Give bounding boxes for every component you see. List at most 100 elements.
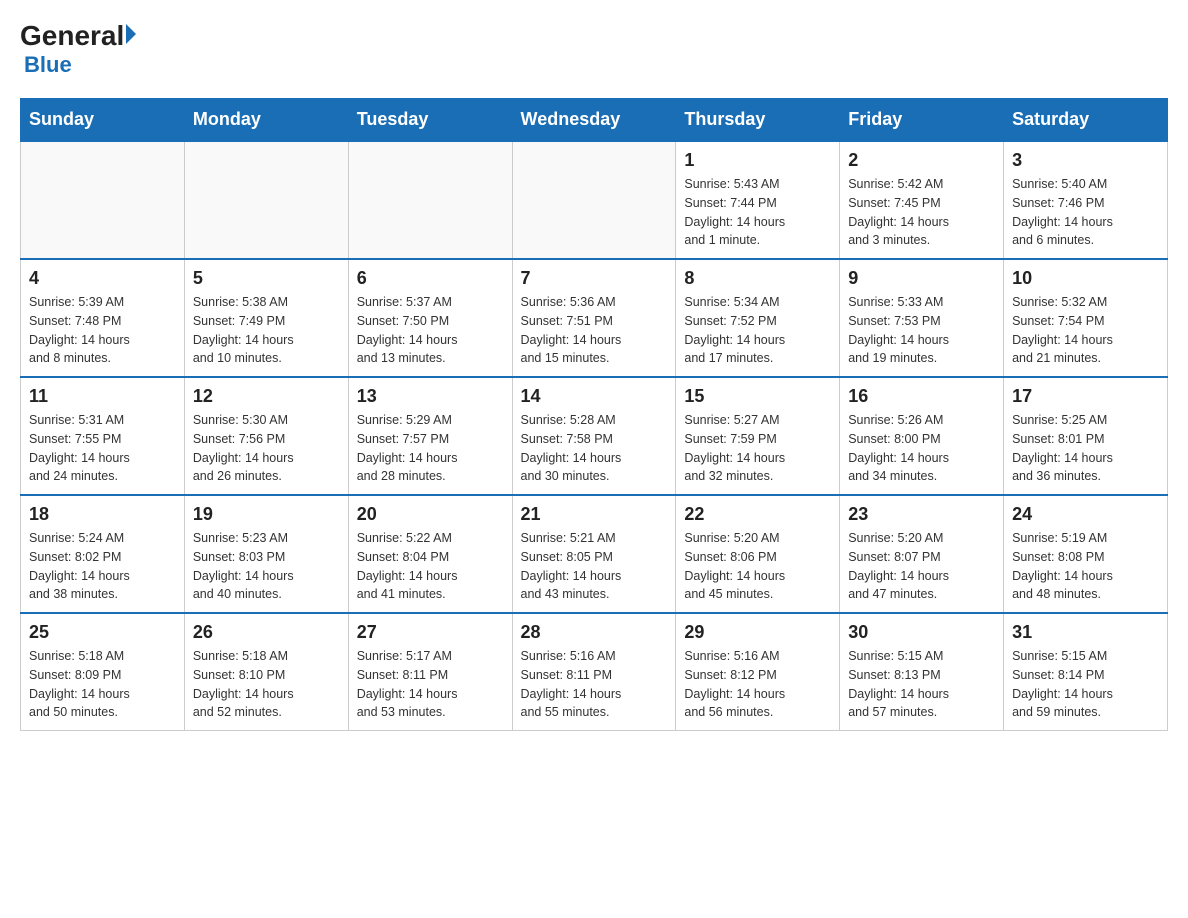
calendar-empty-cell [512,141,676,259]
day-header-thursday: Thursday [676,99,840,142]
day-number: 22 [684,504,831,525]
calendar-empty-cell [21,141,185,259]
day-number: 17 [1012,386,1159,407]
day-info: Sunrise: 5:31 AMSunset: 7:55 PMDaylight:… [29,411,176,486]
day-info: Sunrise: 5:42 AMSunset: 7:45 PMDaylight:… [848,175,995,250]
day-info: Sunrise: 5:36 AMSunset: 7:51 PMDaylight:… [521,293,668,368]
calendar-day-29: 29 Sunrise: 5:16 AMSunset: 8:12 PMDayligh… [676,613,840,731]
day-number: 5 [193,268,340,289]
calendar-day-11: 11 Sunrise: 5:31 AMSunset: 7:55 PMDayligh… [21,377,185,495]
calendar-empty-cell [348,141,512,259]
logo-blue: Blue [24,52,72,78]
day-info: Sunrise: 5:18 AMSunset: 8:09 PMDaylight:… [29,647,176,722]
day-info: Sunrise: 5:16 AMSunset: 8:11 PMDaylight:… [521,647,668,722]
day-info: Sunrise: 5:24 AMSunset: 8:02 PMDaylight:… [29,529,176,604]
calendar-day-6: 6 Sunrise: 5:37 AMSunset: 7:50 PMDaylight… [348,259,512,377]
calendar-day-12: 12 Sunrise: 5:30 AMSunset: 7:56 PMDayligh… [184,377,348,495]
day-info: Sunrise: 5:37 AMSunset: 7:50 PMDaylight:… [357,293,504,368]
day-number: 21 [521,504,668,525]
day-info: Sunrise: 5:34 AMSunset: 7:52 PMDaylight:… [684,293,831,368]
calendar-day-27: 27 Sunrise: 5:17 AMSunset: 8:11 PMDayligh… [348,613,512,731]
day-number: 1 [684,150,831,171]
calendar-day-25: 25Sunrise: 5:18 AMSunset: 8:09 PMDayligh… [21,613,185,731]
calendar-day-21: 21 Sunrise: 5:21 AMSunset: 8:05 PMDayligh… [512,495,676,613]
day-number: 31 [1012,622,1159,643]
calendar-day-23: 23 Sunrise: 5:20 AMSunset: 8:07 PMDayligh… [840,495,1004,613]
day-number: 23 [848,504,995,525]
day-info: Sunrise: 5:28 AMSunset: 7:58 PMDaylight:… [521,411,668,486]
calendar-week-row: 4Sunrise: 5:39 AMSunset: 7:48 PMDaylight… [21,259,1168,377]
day-number: 27 [357,622,504,643]
day-number: 24 [1012,504,1159,525]
day-info: Sunrise: 5:16 AMSunset: 8:12 PMDaylight:… [684,647,831,722]
day-info: Sunrise: 5:26 AMSunset: 8:00 PMDaylight:… [848,411,995,486]
day-number: 12 [193,386,340,407]
day-info: Sunrise: 5:19 AMSunset: 8:08 PMDaylight:… [1012,529,1159,604]
day-number: 29 [684,622,831,643]
calendar-day-17: 17 Sunrise: 5:25 AMSunset: 8:01 PMDayligh… [1004,377,1168,495]
day-info: Sunrise: 5:23 AMSunset: 8:03 PMDaylight:… [193,529,340,604]
day-info: Sunrise: 5:18 AMSunset: 8:10 PMDaylight:… [193,647,340,722]
day-header-wednesday: Wednesday [512,99,676,142]
day-number: 6 [357,268,504,289]
day-info: Sunrise: 5:15 AMSunset: 8:13 PMDaylight:… [848,647,995,722]
calendar-week-row: 11 Sunrise: 5:31 AMSunset: 7:55 PMDayligh… [21,377,1168,495]
day-info: Sunrise: 5:38 AMSunset: 7:49 PMDaylight:… [193,293,340,368]
logo: General Blue [20,20,136,78]
calendar-day-13: 13Sunrise: 5:29 AMSunset: 7:57 PMDayligh… [348,377,512,495]
calendar-day-19: 19 Sunrise: 5:23 AMSunset: 8:03 PMDayligh… [184,495,348,613]
day-info: Sunrise: 5:39 AMSunset: 7:48 PMDaylight:… [29,293,176,368]
calendar-day-15: 15Sunrise: 5:27 AMSunset: 7:59 PMDayligh… [676,377,840,495]
day-number: 18 [29,504,176,525]
day-number: 11 [29,386,176,407]
calendar-day-16: 16 Sunrise: 5:26 AMSunset: 8:00 PMDayligh… [840,377,1004,495]
calendar-day-28: 28 Sunrise: 5:16 AMSunset: 8:11 PMDayligh… [512,613,676,731]
day-info: Sunrise: 5:30 AMSunset: 7:56 PMDaylight:… [193,411,340,486]
calendar-empty-cell [184,141,348,259]
day-number: 7 [521,268,668,289]
day-number: 14 [521,386,668,407]
calendar-day-22: 22 Sunrise: 5:20 AMSunset: 8:06 PMDayligh… [676,495,840,613]
day-info: Sunrise: 5:17 AMSunset: 8:11 PMDaylight:… [357,647,504,722]
day-number: 10 [1012,268,1159,289]
day-info: Sunrise: 5:25 AMSunset: 8:01 PMDaylight:… [1012,411,1159,486]
calendar-day-3: 3Sunrise: 5:40 AMSunset: 7:46 PMDaylight… [1004,141,1168,259]
calendar-day-24: 24 Sunrise: 5:19 AMSunset: 8:08 PMDayligh… [1004,495,1168,613]
day-number: 8 [684,268,831,289]
day-info: Sunrise: 5:21 AMSunset: 8:05 PMDaylight:… [521,529,668,604]
calendar-day-9: 9 Sunrise: 5:33 AMSunset: 7:53 PMDaylight… [840,259,1004,377]
calendar-day-2: 2Sunrise: 5:42 AMSunset: 7:45 PMDaylight… [840,141,1004,259]
calendar-day-7: 7 Sunrise: 5:36 AMSunset: 7:51 PMDaylight… [512,259,676,377]
day-info: Sunrise: 5:22 AMSunset: 8:04 PMDaylight:… [357,529,504,604]
day-number: 19 [193,504,340,525]
day-number: 28 [521,622,668,643]
day-number: 15 [684,386,831,407]
day-info: Sunrise: 5:43 AMSunset: 7:44 PMDaylight:… [684,175,831,250]
day-info: Sunrise: 5:33 AMSunset: 7:53 PMDaylight:… [848,293,995,368]
day-info: Sunrise: 5:15 AMSunset: 8:14 PMDaylight:… [1012,647,1159,722]
calendar-week-row: 25Sunrise: 5:18 AMSunset: 8:09 PMDayligh… [21,613,1168,731]
day-number: 26 [193,622,340,643]
calendar-day-31: 31 Sunrise: 5:15 AMSunset: 8:14 PMDayligh… [1004,613,1168,731]
calendar-day-1: 1 Sunrise: 5:43 AMSunset: 7:44 PMDaylight… [676,141,840,259]
logo-text: General [20,20,136,52]
day-header-friday: Friday [840,99,1004,142]
day-number: 16 [848,386,995,407]
calendar-day-5: 5 Sunrise: 5:38 AMSunset: 7:49 PMDaylight… [184,259,348,377]
calendar-day-10: 10Sunrise: 5:32 AMSunset: 7:54 PMDayligh… [1004,259,1168,377]
calendar-week-row: 1 Sunrise: 5:43 AMSunset: 7:44 PMDaylight… [21,141,1168,259]
day-header-tuesday: Tuesday [348,99,512,142]
calendar-day-18: 18 Sunrise: 5:24 AMSunset: 8:02 PMDayligh… [21,495,185,613]
logo-arrow-icon [126,24,136,44]
day-number: 9 [848,268,995,289]
day-number: 3 [1012,150,1159,171]
day-info: Sunrise: 5:20 AMSunset: 8:07 PMDaylight:… [848,529,995,604]
calendar-day-4: 4Sunrise: 5:39 AMSunset: 7:48 PMDaylight… [21,259,185,377]
day-number: 30 [848,622,995,643]
page-header: General Blue [20,20,1168,78]
calendar-day-26: 26 Sunrise: 5:18 AMSunset: 8:10 PMDayligh… [184,613,348,731]
day-header-saturday: Saturday [1004,99,1168,142]
calendar-week-row: 18 Sunrise: 5:24 AMSunset: 8:02 PMDayligh… [21,495,1168,613]
day-info: Sunrise: 5:20 AMSunset: 8:06 PMDaylight:… [684,529,831,604]
logo-general: General [20,20,124,52]
